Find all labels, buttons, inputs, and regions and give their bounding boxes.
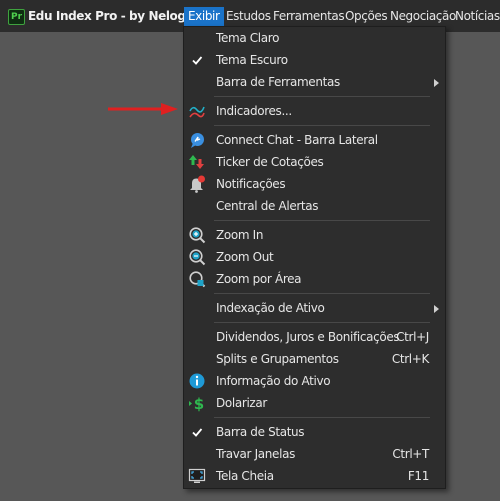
menu-item-label: Indicadores... <box>216 104 292 118</box>
menu-item-connect-chat[interactable]: Connect Chat - Barra Lateral <box>184 129 445 151</box>
annotation-arrow-icon <box>107 102 179 116</box>
fullscreen-icon <box>188 467 206 485</box>
menu-item-label: Central de Alertas <box>216 199 319 213</box>
menu-separator <box>214 293 430 294</box>
menu-item-indexacao-de-ativo[interactable]: Indexação de Ativo <box>184 297 445 319</box>
menu-ferramentas[interactable]: Ferramentas <box>269 7 348 26</box>
menu-negociacao[interactable]: Negociação <box>386 7 460 26</box>
menu-separator <box>214 322 430 323</box>
zoom-area-icon <box>188 270 206 288</box>
dollar-icon: $ <box>188 394 206 412</box>
menu-item-travar-janelas[interactable]: Travar Janelas Ctrl+T <box>184 443 445 465</box>
menu-item-label: Barra de Status <box>216 425 305 439</box>
zoom-out-icon <box>188 248 206 266</box>
menu-item-label: Travar Janelas <box>216 447 295 461</box>
menu-item-dolarizar[interactable]: $ Dolarizar <box>184 392 445 414</box>
menu-item-zoom-in[interactable]: Zoom In <box>184 224 445 246</box>
menu-item-splits-e-grupamentos[interactable]: Splits e Grupamentos Ctrl+K <box>184 348 445 370</box>
menu-item-label: Zoom In <box>216 228 264 242</box>
menu-separator <box>214 96 430 97</box>
menu-item-ticker-de-cotacoes[interactable]: Ticker de Cotações <box>184 151 445 173</box>
exibir-dropdown-menu: Tema Claro Tema Escuro Barra de Ferramen… <box>183 26 446 489</box>
menu-item-shortcut: Ctrl+T <box>392 447 429 461</box>
app-title: Edu Index Pro - by Nelogica <box>28 9 204 23</box>
menu-item-barra-de-ferramentas[interactable]: Barra de Ferramentas <box>184 71 445 93</box>
menu-item-barra-de-status[interactable]: Barra de Status <box>184 421 445 443</box>
menu-separator <box>214 125 430 126</box>
menu-item-zoom-out[interactable]: Zoom Out <box>184 246 445 268</box>
submenu-arrow-icon <box>434 79 439 87</box>
checkmark-icon <box>188 423 206 441</box>
menu-item-shortcut: Ctrl+K <box>391 352 430 366</box>
menu-separator <box>214 417 430 418</box>
menu-item-shortcut: F11 <box>407 469 429 483</box>
menu-item-label: Notificações <box>216 177 286 191</box>
app-logo-icon: Pr <box>8 9 25 25</box>
menu-item-label: Tema Claro <box>216 31 280 45</box>
submenu-arrow-icon <box>434 305 439 313</box>
menu-item-label: Indexação de Ativo <box>216 301 325 315</box>
menu-item-indicadores[interactable]: Indicadores... <box>184 100 445 122</box>
menu-item-label: Tema Escuro <box>216 53 288 67</box>
menu-estudos[interactable]: Estudos <box>222 7 275 26</box>
info-icon <box>188 372 206 390</box>
menu-item-tema-claro[interactable]: Tema Claro <box>184 27 445 49</box>
menu-item-tela-cheia[interactable]: Tela Cheia F11 <box>184 465 445 487</box>
menu-item-label: Zoom por Área <box>216 272 302 286</box>
menu-item-tema-escuro[interactable]: Tema Escuro <box>184 49 445 71</box>
chat-icon <box>188 131 206 149</box>
menu-item-informacao-do-ativo[interactable]: Informação do Ativo <box>184 370 445 392</box>
indicators-icon <box>188 102 206 120</box>
menu-item-label: Zoom Out <box>216 250 274 264</box>
menu-opcoes[interactable]: Opções <box>341 7 391 26</box>
menu-separator <box>214 220 430 221</box>
menu-item-label: Tela Cheia <box>216 469 274 483</box>
menu-item-label: Informação do Ativo <box>216 374 331 388</box>
menu-item-zoom-por-area[interactable]: Zoom por Área <box>184 268 445 290</box>
menu-item-label: Dolarizar <box>216 396 267 410</box>
menu-item-label: Ticker de Cotações <box>216 155 324 169</box>
menu-item-notificacoes[interactable]: Notificações <box>184 173 445 195</box>
checkmark-icon <box>188 51 206 69</box>
menu-exibir[interactable]: Exibir <box>184 7 224 26</box>
menu-item-central-de-alertas[interactable]: Central de Alertas <box>184 195 445 217</box>
menu-item-label: Dividendos, Juros e Bonificações <box>216 330 400 344</box>
zoom-in-icon <box>188 226 206 244</box>
bell-icon <box>188 175 206 193</box>
menu-item-label: Connect Chat - Barra Lateral <box>216 133 378 147</box>
menu-item-label: Barra de Ferramentas <box>216 75 340 89</box>
svg-text:$: $ <box>194 395 204 412</box>
menu-item-label: Splits e Grupamentos <box>216 352 339 366</box>
ticker-arrows-icon <box>188 153 206 171</box>
menu-item-shortcut: Ctrl+J <box>396 330 429 344</box>
menu-item-dividendos[interactable]: Dividendos, Juros e Bonificações Ctrl+J <box>184 326 445 348</box>
menu-noticias[interactable]: Notícias <box>451 7 500 26</box>
